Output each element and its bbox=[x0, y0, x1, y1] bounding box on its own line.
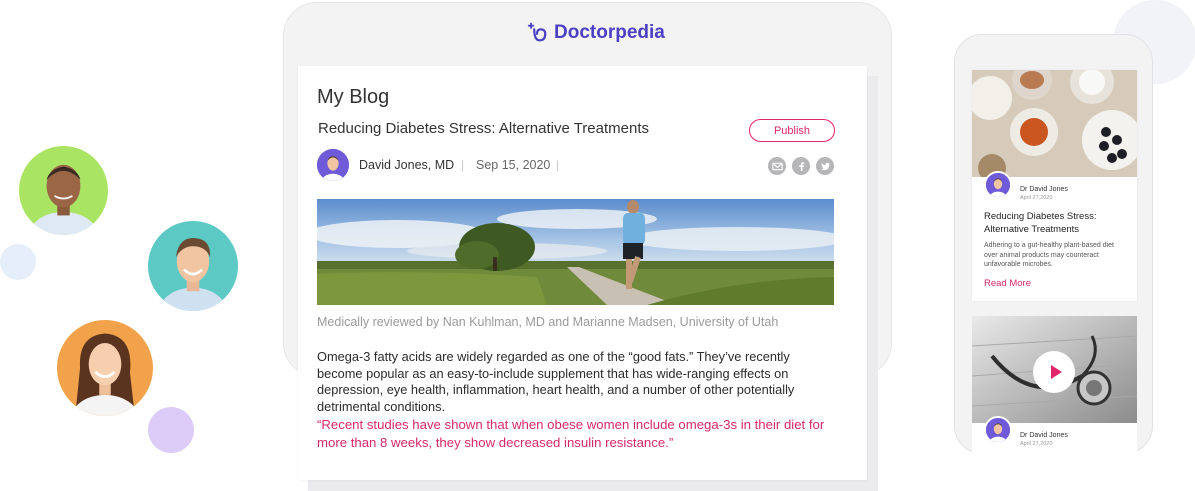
post-date: Sep 15, 2020 bbox=[476, 158, 551, 172]
card-title[interactable]: Reducing Diabetes Stress: Alternative Tr… bbox=[984, 211, 1124, 236]
decorative-circle bbox=[0, 244, 36, 280]
twitter-icon[interactable] bbox=[816, 157, 834, 175]
page-title: My Blog bbox=[317, 86, 390, 108]
medical-review-note: Medically reviewed by Nan Kuhlman, MD an… bbox=[317, 315, 779, 329]
card-author-avatar bbox=[984, 171, 1012, 199]
post-body[interactable]: Omega-3 fatty acids are widely regarded … bbox=[317, 349, 837, 415]
card-author-name: Dr David Jones bbox=[1020, 186, 1068, 193]
play-button[interactable] bbox=[1033, 351, 1075, 393]
card-date: April 27,2020 bbox=[1020, 195, 1053, 201]
card-image-spices bbox=[972, 70, 1137, 177]
play-icon bbox=[1050, 365, 1062, 379]
hero-image-runner bbox=[317, 199, 834, 305]
read-more-link[interactable]: Read More bbox=[984, 278, 1031, 289]
doctor-avatar-3 bbox=[57, 320, 153, 416]
logo-text: Doctorpedia bbox=[554, 22, 665, 43]
post-title[interactable]: Reducing Diabetes Stress: Alternative Tr… bbox=[318, 120, 649, 137]
card-author-name: Dr David Jones bbox=[1020, 432, 1068, 439]
card-date: April 27,2020 bbox=[1020, 441, 1053, 447]
logo-icon bbox=[527, 22, 547, 42]
doctorpedia-logo: Doctorpedia bbox=[526, 20, 665, 46]
doctor-avatar-2 bbox=[148, 221, 238, 311]
facebook-icon[interactable] bbox=[792, 157, 810, 175]
meta-separator: | bbox=[461, 158, 465, 172]
card-excerpt: Adhering to a gut-healthy plant-based di… bbox=[984, 242, 1114, 268]
mail-icon[interactable] bbox=[768, 157, 786, 175]
post-quote[interactable]: “Recent studies have shown that when obe… bbox=[317, 416, 837, 452]
card-author-avatar bbox=[984, 416, 1012, 444]
doctor-avatar-1 bbox=[19, 146, 108, 235]
publish-button[interactable]: Publish bbox=[749, 119, 835, 142]
decorative-circle bbox=[148, 407, 194, 453]
author-avatar bbox=[317, 149, 349, 181]
author-name[interactable]: David Jones, MD bbox=[359, 158, 454, 172]
meta-separator: | bbox=[556, 158, 560, 172]
